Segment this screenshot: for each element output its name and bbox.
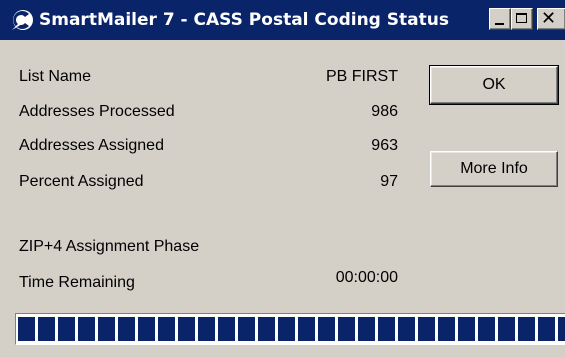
addresses-processed-label: Addresses Processed	[19, 103, 175, 120]
title-bar[interactable]: SmartMailer 7 - CASS Postal Coding Statu…	[0, 0, 565, 40]
addresses-processed-value: 986	[371, 103, 398, 120]
time-remaining-label: Time Remaining	[19, 274, 135, 291]
window-title: SmartMailer 7 - CASS Postal Coding Statu…	[39, 10, 449, 30]
percent-assigned-value: 97	[380, 173, 398, 190]
phase-label: ZIP+4 Assignment Phase	[19, 238, 200, 255]
addresses-assigned-label: Addresses Assigned	[19, 137, 164, 154]
time-remaining-value: 00:00:00	[335, 269, 398, 286]
percent-assigned-label: Percent Assigned	[19, 173, 144, 190]
list-name-value: PB FIRST	[325, 68, 398, 85]
minimize-icon	[495, 23, 504, 25]
maximize-button[interactable]	[511, 8, 533, 30]
progress-bar	[15, 313, 565, 345]
addresses-assigned-value: 963	[371, 137, 398, 154]
minimize-button[interactable]	[489, 8, 511, 30]
close-button[interactable]: ✕	[537, 8, 565, 30]
list-name-label: List Name	[19, 68, 92, 85]
maximize-icon	[516, 13, 527, 23]
more-info-button[interactable]: More Info	[430, 151, 558, 187]
ok-button[interactable]: OK	[429, 65, 559, 105]
close-icon: ✕	[541, 8, 557, 29]
progress-fill	[18, 317, 565, 341]
app-icon	[12, 10, 33, 30]
